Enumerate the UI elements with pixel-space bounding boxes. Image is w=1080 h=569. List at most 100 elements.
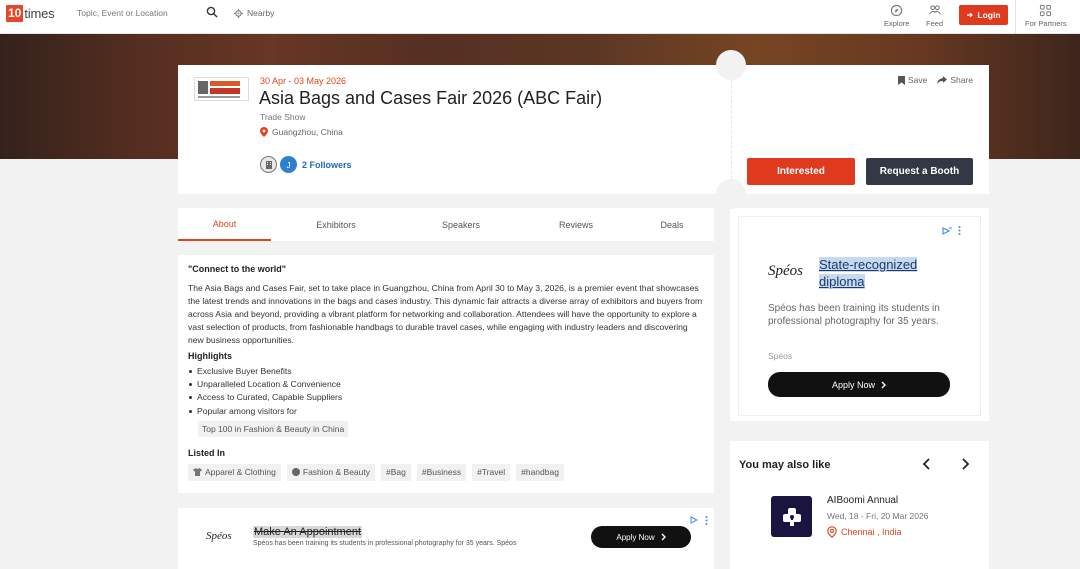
ad-title-text: State-recognized diploma <box>819 257 918 289</box>
ad-description: Spéos has been training its students in … <box>768 303 940 327</box>
category-tag[interactable]: Apparel & Clothing <box>188 463 281 481</box>
suggested-event-name[interactable]: AIBoomi Annual <box>827 495 898 506</box>
event-actions-panel: Save Share Interested Request a Booth <box>731 65 989 194</box>
ad-title[interactable]: State-recognized diploma <box>819 256 939 290</box>
tab-reviews[interactable]: Reviews <box>534 208 618 241</box>
hashtag[interactable]: #handbag <box>516 463 564 481</box>
ad-brand-logo: Spéos <box>206 530 232 542</box>
nearby-label: Nearby <box>247 8 275 18</box>
event-location[interactable]: Guangzhou, China <box>260 127 343 137</box>
aiboomi-logo-icon <box>782 507 801 526</box>
search-box[interactable]: Topic, Event or Location <box>72 4 224 22</box>
sidebar-ad-frame[interactable]: Spéos State-recognized diploma Spéos has… <box>738 216 981 416</box>
login-arrow-icon <box>967 12 974 18</box>
explore-label: Explore <box>884 19 910 28</box>
you-may-also-like: You may also like AIBoomi Annual Wed, 18… <box>730 441 989 569</box>
search-icon[interactable] <box>206 6 218 18</box>
share-button[interactable]: Share <box>937 75 973 85</box>
request-booth-button[interactable]: Request a Booth <box>866 158 973 185</box>
logo-number: 10 <box>6 5 24 22</box>
partners-label: For Partners <box>1025 19 1067 28</box>
more-options-icon[interactable] <box>958 226 961 235</box>
tab-exhibitors[interactable]: Exhibitors <box>294 208 378 241</box>
ad-brand-logo: Spéos <box>768 263 803 279</box>
nearby-button[interactable]: Nearby <box>234 8 274 18</box>
hashtag[interactable]: #Business <box>416 463 467 481</box>
partners-nav[interactable]: For Partners <box>1025 4 1067 28</box>
highlights-heading: Highlights <box>188 351 232 361</box>
highlight-item: Access to Curated, Capable Suppliers <box>188 391 704 404</box>
followers-count[interactable]: 2 Followers <box>302 160 352 170</box>
save-button[interactable]: Save <box>897 75 927 85</box>
building-icon <box>265 161 272 169</box>
tab-about[interactable]: About <box>178 208 271 241</box>
event-actions: Save Share <box>888 75 973 85</box>
logo-text: times <box>24 6 55 21</box>
explore-nav[interactable]: Explore <box>884 4 909 28</box>
event-type: Trade Show <box>260 112 306 122</box>
suggested-event-dates: Wed, 18 - Fri, 20 Mar 2026 <box>827 511 929 521</box>
circle-icon <box>291 468 300 477</box>
category-tag-label: Apparel & Clothing <box>205 467 276 478</box>
hashtag[interactable]: #Travel <box>472 463 511 481</box>
chevron-right-icon <box>881 381 887 388</box>
event-description: The Asia Bags and Cases Fair, set to tak… <box>188 283 703 345</box>
ad-apply-label: Apply Now <box>831 379 876 390</box>
feed-label: Feed <box>926 19 944 28</box>
bookmark-icon <box>897 75 905 85</box>
popular-tag[interactable]: Top 100 in Fashion & Beauty in China <box>198 420 349 437</box>
event-location-text: Guangzhou, China <box>272 127 343 137</box>
ticket-notch-top <box>716 50 746 80</box>
event-logo <box>194 77 249 101</box>
listed-in-tags: Apparel & Clothing Fashion & Beauty #Bag… <box>188 463 704 481</box>
ad-subtitle: Spéos has been training its students in … <box>253 540 517 547</box>
people-icon <box>928 5 941 15</box>
bottom-ad-banner[interactable]: Spéos Make An Appointment Spéos has been… <box>178 508 714 569</box>
category-tag-label: Fashion & Beauty <box>302 467 370 478</box>
map-pin-icon <box>260 127 268 137</box>
tab-deals[interactable]: Deals <box>644 208 700 241</box>
search-input[interactable]: Topic, Event or Location <box>77 8 168 18</box>
event-header-card: 30 Apr - 03 May 2026 Asia Bags and Cases… <box>178 65 989 194</box>
ad-apply-button[interactable]: Apply Now <box>591 526 691 548</box>
login-button[interactable]: Login <box>959 5 1008 25</box>
highlight-item: Unparalleled Location & Convenience <box>188 378 704 391</box>
adchoices-icon[interactable] <box>942 227 952 235</box>
section-heading: You may also like <box>739 459 831 471</box>
event-thumbnail[interactable] <box>771 496 812 537</box>
followers[interactable]: J 2 Followers <box>260 156 352 173</box>
grid-icon <box>1040 4 1052 17</box>
chevron-left-icon[interactable] <box>919 456 935 472</box>
top-navigation: 10 times Topic, Event or Location Nearby… <box>0 0 1080 34</box>
event-tagline: "Connect to the world" <box>188 264 287 274</box>
adchoices-icon[interactable] <box>690 516 698 524</box>
site-logo[interactable]: 10 times <box>6 5 55 22</box>
nav-divider <box>1015 0 1016 34</box>
shirt-icon <box>193 468 202 477</box>
ad-apply-button[interactable]: Apply Now <box>768 372 950 397</box>
highlight-item: Exclusive Buyer Benefits <box>188 365 704 378</box>
ad-sponsor: Spéos <box>768 351 793 361</box>
event-info: 30 Apr - 03 May 2026 Asia Bags and Cases… <box>178 65 731 194</box>
interested-button[interactable]: Interested <box>747 158 855 185</box>
location-target-icon <box>234 8 243 18</box>
follower-avatar <box>260 156 277 173</box>
about-section: "Connect to the world" The Asia Bags and… <box>178 255 714 493</box>
highlights-list: Exclusive Buyer Benefits Unparalleled Lo… <box>188 365 704 418</box>
chevron-right-icon <box>661 533 666 541</box>
suggested-event-location: Chennai , India <box>827 526 902 538</box>
hashtag[interactable]: #Bag <box>381 463 411 481</box>
category-tag[interactable]: Fashion & Beauty <box>286 463 375 481</box>
share-label: Share <box>950 75 973 85</box>
share-icon <box>937 76 948 84</box>
highlight-item: Popular among visitors for <box>188 405 704 418</box>
chevron-right-icon[interactable] <box>957 456 973 472</box>
event-title: Asia Bags and Cases Fair 2026 (ABC Fair) <box>259 88 603 108</box>
ticket-notch-bottom <box>716 179 746 209</box>
tab-speakers[interactable]: Speakers <box>419 208 503 241</box>
map-pin-icon <box>827 526 837 538</box>
listed-in-heading: Listed In <box>188 447 226 458</box>
ad-title[interactable]: Make An Appointment <box>253 526 363 538</box>
feed-nav[interactable]: Feed <box>926 4 943 28</box>
more-options-icon[interactable] <box>705 516 708 525</box>
